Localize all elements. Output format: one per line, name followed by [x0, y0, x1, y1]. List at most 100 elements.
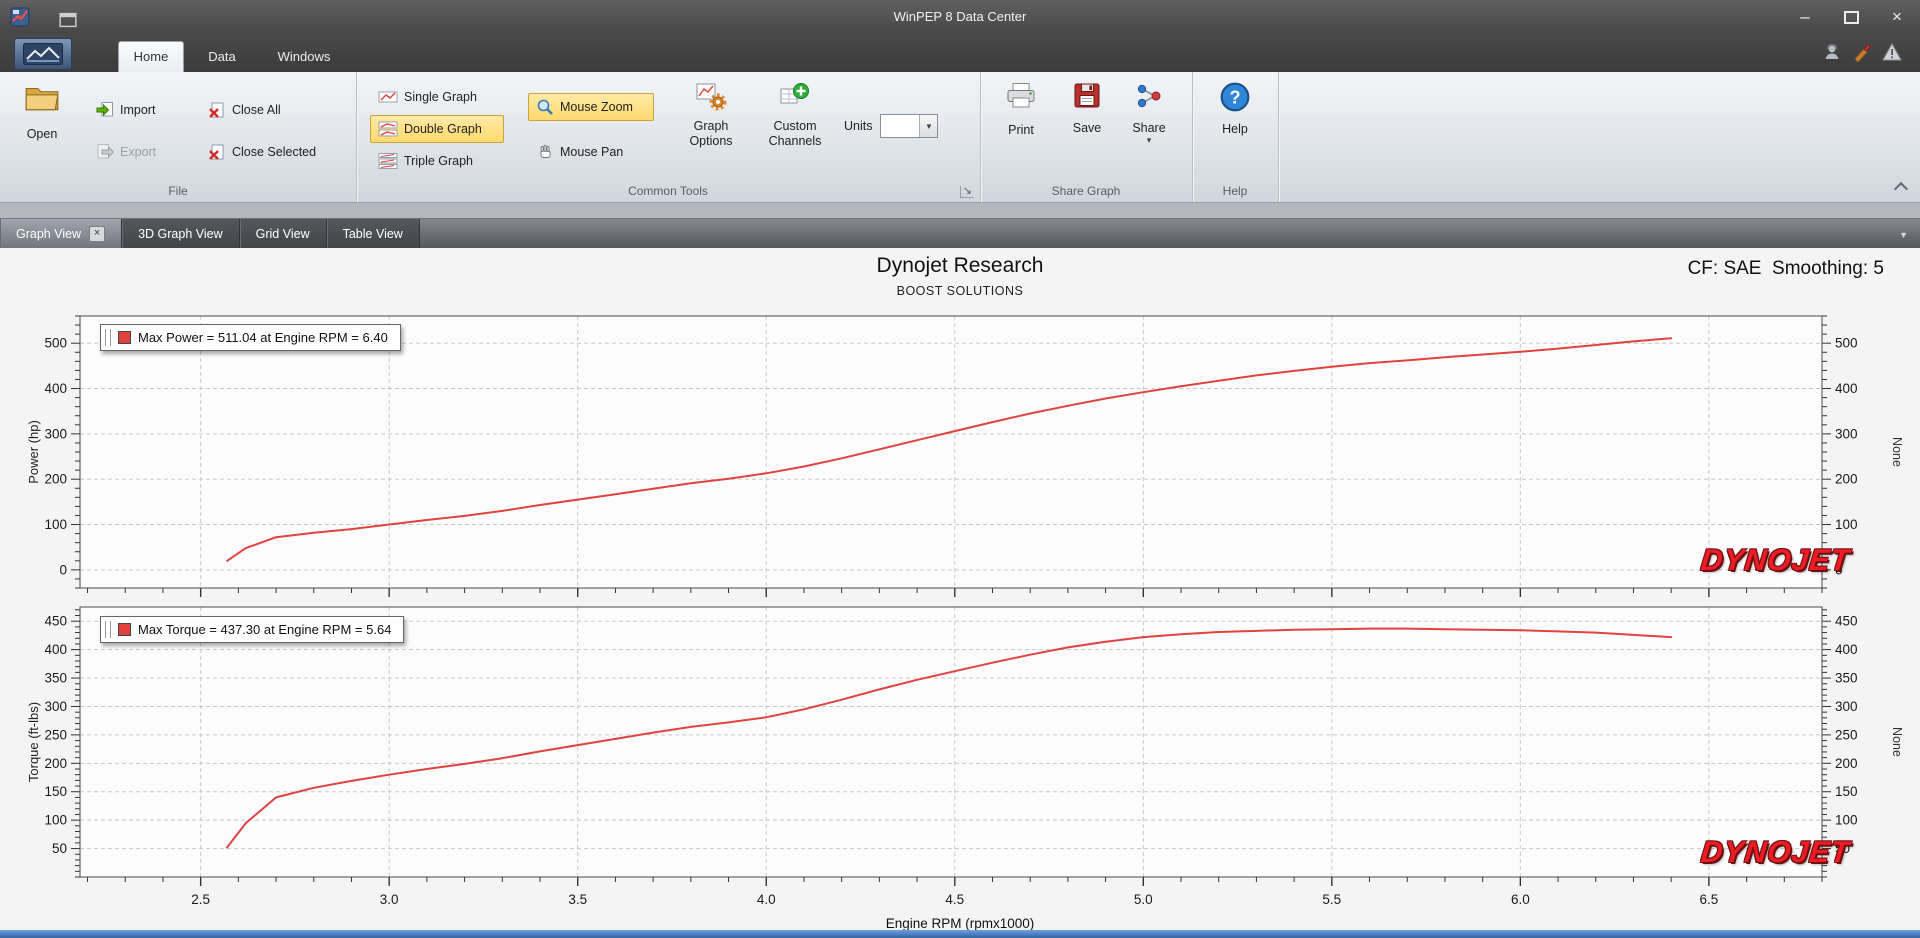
svg-text:400: 400 [1835, 642, 1858, 657]
close-icon[interactable]: × [1874, 0, 1920, 34]
ribbon-tab-windows[interactable]: Windows [260, 42, 348, 72]
units-dropdown-icon[interactable]: ▼ [919, 115, 938, 137]
mouse-pan-label: Mouse Pan [560, 145, 624, 159]
share-group-label: Share Graph [1051, 184, 1121, 198]
graph-view-label: Graph View [16, 227, 82, 241]
save-icon [1074, 83, 1100, 108]
graph-view-page: Dynojet Research BOOST SOLUTIONS CF: SAE… [0, 248, 1920, 931]
share-button[interactable]: Share ▾ [1120, 74, 1178, 192]
torque-legend-text: Max Torque = 437.30 at Engine RPM = 5.64 [138, 622, 392, 637]
svg-text:250: 250 [1835, 727, 1858, 742]
svg-text:2.5: 2.5 [191, 892, 210, 907]
graph-options-icon [696, 83, 727, 111]
power-legend[interactable]: Max Power = 511.04 at Engine RPM = 6.40 [100, 324, 401, 351]
tab-table-view[interactable]: Table View [326, 219, 420, 249]
ribbon-tab-data[interactable]: Data [192, 42, 252, 72]
power-series-swatch [118, 331, 131, 344]
open-label: Open [26, 127, 58, 141]
single-graph-icon [378, 91, 398, 103]
tab-3d-graph-view[interactable]: 3D Graph View [122, 219, 240, 249]
save-label: Save [1072, 121, 1102, 135]
dynojet-watermark: DYNOJET [1699, 836, 1852, 869]
file-group-label: File [168, 184, 188, 198]
share-dropdown-icon[interactable]: ▾ [1147, 136, 1152, 145]
application-menu-button[interactable] [14, 38, 72, 70]
share-label: Share [1132, 121, 1166, 135]
export-button[interactable]: Export [88, 138, 164, 166]
torque-chart: 50 50 100 100 150 150 200 200 250 250 300 300 350 350… [0, 598, 1920, 918]
power-legend-text: Max Power = 511.04 at Engine RPM = 6.40 [138, 330, 388, 345]
page-title: Dynojet Research [876, 254, 1044, 277]
svg-text:500: 500 [1835, 336, 1858, 351]
double-graph-label: Double Graph [404, 122, 482, 136]
mouse-pan-button[interactable]: Mouse Pan [528, 138, 654, 166]
tab-overflow-icon[interactable]: ▼ [1899, 230, 1908, 240]
brush-icon[interactable] [1852, 42, 1872, 62]
dynojet-watermark: DYNOJET [1699, 544, 1852, 577]
view-tab-strip: Graph View × 3D Graph View Grid View Tab… [0, 218, 1920, 250]
close-selected-label: Close Selected [232, 145, 317, 159]
warning-icon[interactable] [1882, 42, 1902, 62]
import-button[interactable]: Import [88, 96, 163, 124]
export-icon [97, 144, 114, 159]
power-axis-label: Power (hp) [26, 420, 41, 484]
triple-graph-icon [378, 153, 398, 169]
page-subtitle: BOOST SOLUTIONS [896, 284, 1024, 298]
svg-text:300: 300 [1835, 699, 1858, 714]
svg-text:400: 400 [44, 642, 67, 657]
mouse-zoom-label: Mouse Zoom [560, 100, 633, 114]
custom-channels-button[interactable]: Custom Channels [754, 74, 836, 186]
legend-grip [105, 329, 111, 346]
maximize-icon[interactable] [1828, 0, 1874, 34]
print-button[interactable]: Print [992, 74, 1050, 182]
torque-chart-plot[interactable]: 50 50100 100150 150200 200250 250300 300350 350… [0, 598, 1920, 910]
svg-text:6.5: 6.5 [1699, 892, 1718, 907]
graph-options-button[interactable]: Graph Options [674, 74, 748, 186]
graph-3d-view-label: 3D Graph View [138, 227, 223, 241]
svg-text:200: 200 [44, 472, 67, 487]
help-button[interactable]: ? Help [1206, 74, 1264, 182]
close-all-button[interactable]: Close All [200, 96, 289, 124]
custom-channels-label: Custom Channels [768, 119, 822, 148]
minimize-icon[interactable]: – [1782, 0, 1828, 34]
ribbon-collapse-icon[interactable] [1893, 181, 1909, 197]
tab-graph-view[interactable]: Graph View × [0, 219, 123, 249]
svg-text:200: 200 [44, 756, 67, 771]
svg-text:50: 50 [52, 841, 67, 856]
share-icon [1137, 84, 1161, 108]
save-button[interactable]: Save [1058, 74, 1116, 182]
winpep-logo-icon [23, 43, 63, 65]
mouse-zoom-button[interactable]: Mouse Zoom [528, 93, 654, 121]
folder-icon [25, 88, 59, 111]
help-label: Help [1222, 122, 1248, 136]
svg-text:300: 300 [44, 699, 67, 714]
svg-text:3.5: 3.5 [568, 892, 587, 907]
winpep-window: WinPEP 8 Data Center – × Home Data Windo… [0, 0, 1920, 938]
svg-text:5.0: 5.0 [1134, 892, 1153, 907]
ribbon: Open Import Export Close All Close Selec… [0, 72, 1920, 203]
double-graph-button[interactable]: Double Graph [370, 115, 504, 143]
close-selected-icon [209, 144, 224, 160]
close-selected-button[interactable]: Close Selected [200, 138, 324, 166]
torque-right-axis-label: None [1890, 727, 1904, 757]
svg-text:200: 200 [1835, 756, 1858, 771]
single-graph-button[interactable]: Single Graph [370, 83, 504, 111]
ribbon-group-share: Print Save Share ▾ Share Graph [980, 72, 1193, 202]
import-icon [96, 102, 113, 117]
open-button[interactable]: Open [12, 74, 72, 182]
power-chart-plot[interactable]: 0 0100 100200 200300 300400 400500 500 [0, 310, 1920, 605]
help-group-label: Help [1222, 184, 1248, 198]
svg-text:100: 100 [1835, 813, 1858, 828]
ribbon-tab-home[interactable]: Home [118, 41, 184, 72]
units-label: Units [844, 119, 873, 133]
tab-close-icon[interactable]: × [89, 226, 106, 242]
units-combobox[interactable]: ▼ [880, 114, 939, 138]
tab-grid-view[interactable]: Grid View [239, 219, 327, 249]
mouse-pan-icon [540, 145, 551, 158]
user-icon[interactable] [1822, 42, 1842, 62]
triple-graph-button[interactable]: Triple Graph [370, 147, 504, 175]
torque-legend[interactable]: Max Torque = 437.30 at Engine RPM = 5.64 [100, 616, 405, 643]
graph-options-label: Graph Options [689, 119, 733, 148]
mouse-zoom-icon [537, 99, 553, 115]
double-graph-icon [378, 121, 398, 137]
